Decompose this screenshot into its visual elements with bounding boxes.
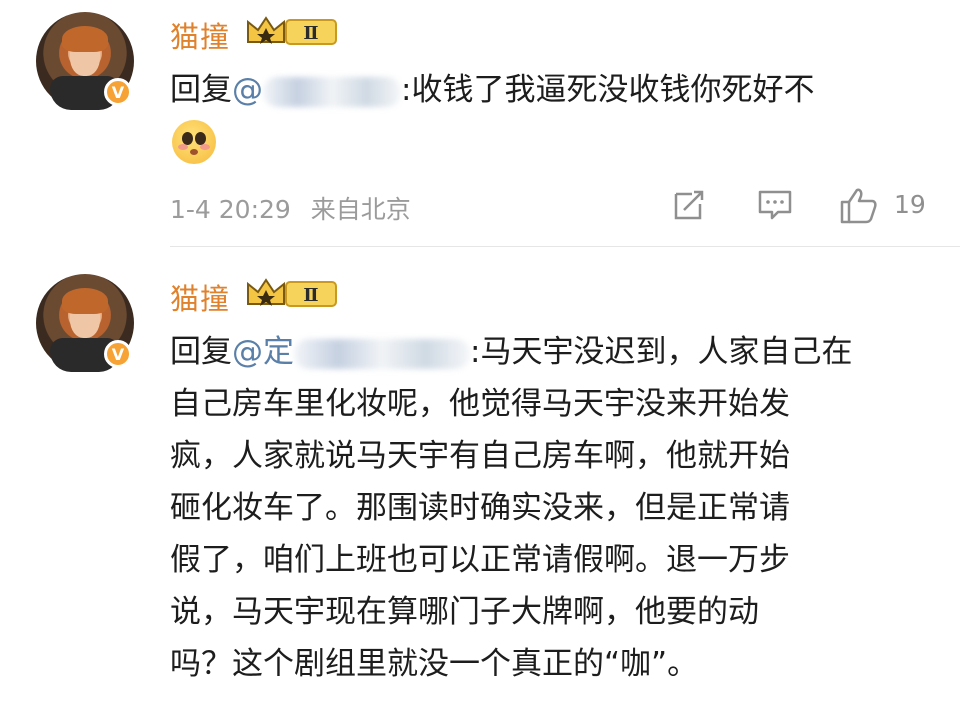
username[interactable]: 猫撞 (170, 14, 230, 56)
comment-line: 砸化妆车了。那围读时确实没来，但是正常请 (170, 490, 790, 526)
blurred-username (263, 76, 401, 107)
comment-icon[interactable] (756, 186, 794, 224)
comment-line: 吗？这个剧组里就没一个真正的“咖”。 (170, 646, 699, 682)
comment-line: 自己房车里化妆呢，他觉得马天宇没来开始发 (170, 386, 790, 422)
comment-line: 说，马天宇现在算哪门子大牌啊，他要的动 (170, 594, 759, 630)
crown-level-badge: Ⅱ (247, 16, 337, 45)
mention-link[interactable]: @ (232, 72, 401, 108)
share-icon[interactable] (670, 186, 708, 224)
verified-v-icon: V (104, 78, 132, 106)
crown-level-badge: Ⅱ (247, 278, 337, 307)
pleading-face-emoji (172, 120, 216, 164)
verified-v-icon: V (104, 340, 132, 368)
like-thumb-icon[interactable] (838, 186, 880, 226)
comment-line: 回复@定:马天宇没迟到，人家自己在 (170, 334, 853, 370)
comment-meta: 1-4 20:29 来自北京 (170, 190, 411, 226)
level-text: Ⅱ (303, 23, 318, 44)
comment-text: 回复@定:马天宇没迟到，人家自己在 自己房车里化妆呢，他觉得马天宇没来开始发 疯… (170, 326, 930, 690)
mention-link[interactable]: @定 (232, 334, 470, 370)
blurred-username (294, 338, 470, 369)
avatar[interactable]: V (36, 274, 134, 372)
level-text: Ⅱ (303, 285, 318, 306)
comment-text: 回复@:收钱了我逼死没收钱你死好不 (170, 72, 815, 108)
username[interactable]: 猫撞 (170, 276, 230, 318)
location: 来自北京 (310, 195, 411, 224)
comment-line: 疯，人家就说马天宇有自己房车啊，他就开始 (170, 438, 790, 474)
divider (170, 246, 960, 247)
avatar[interactable]: V (36, 12, 134, 110)
like-count: 19 (894, 190, 926, 219)
comment-line: 假了，咱们上班也可以正常请假啊。退一万步 (170, 542, 790, 578)
timestamp: 1-4 20:29 (170, 195, 291, 224)
